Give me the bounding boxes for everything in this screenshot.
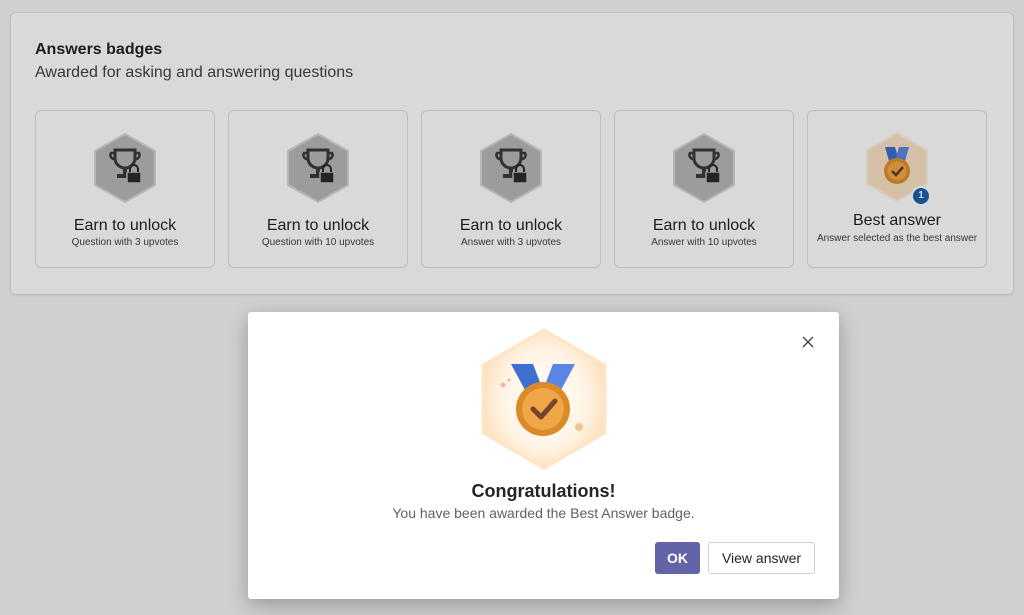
ok-button[interactable]: OK <box>655 542 700 574</box>
dialog-message: You have been awarded the Best Answer ba… <box>392 505 695 521</box>
best-answer-medal-icon <box>481 328 607 470</box>
close-icon <box>802 336 814 348</box>
congratulations-dialog: Congratulations! You have been awarded t… <box>248 312 839 599</box>
close-button[interactable] <box>797 331 819 353</box>
dialog-title: Congratulations! <box>471 481 616 501</box>
view-answer-button[interactable]: View answer <box>708 542 815 574</box>
